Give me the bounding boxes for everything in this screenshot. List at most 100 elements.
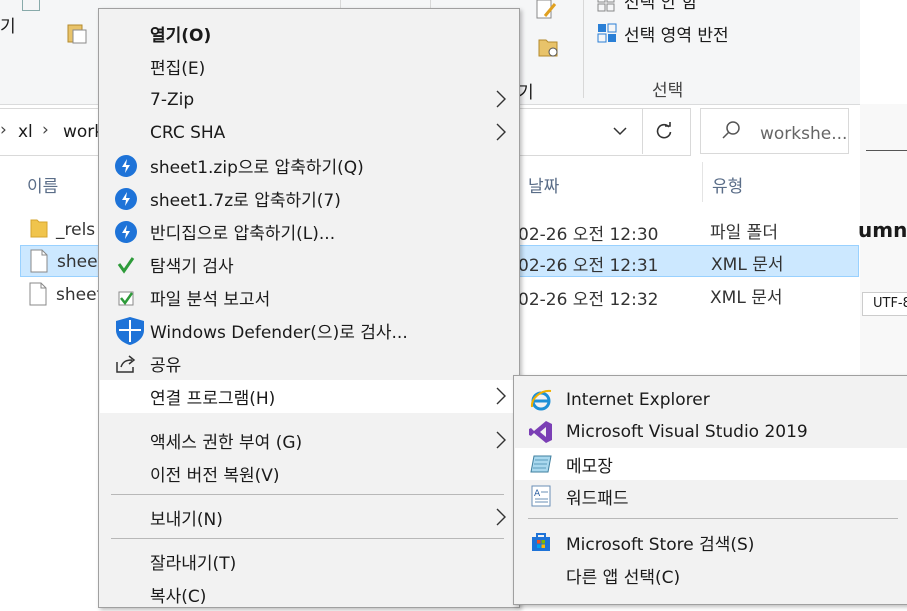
- column-divider[interactable]: [702, 162, 703, 202]
- file-type: 파일 폴더: [710, 223, 778, 243]
- menu-item-send-to[interactable]: 보내기(N): [100, 501, 519, 534]
- submenu-item-label: 워드패드: [566, 488, 629, 509]
- submenu-item-store[interactable]: Microsoft Store 검색(S): [515, 526, 907, 558]
- search-icon: [721, 120, 741, 145]
- submenu-item-label: Microsoft Store 검색(S): [566, 534, 755, 555]
- defender-shield-icon: [114, 316, 146, 346]
- breadcrumb-separator: ›: [42, 120, 49, 140]
- submenu-item-label: 다른 앱 선택(C): [566, 567, 681, 588]
- menu-item-open[interactable]: 열기(O): [100, 17, 519, 50]
- ribbon-group-fragment: 기: [518, 83, 534, 103]
- column-header-date[interactable]: 날짜: [528, 172, 559, 197]
- chevron-right-icon: [495, 508, 507, 526]
- open-with-submenu: Internet Explorer Microsoft Visual Studi…: [513, 375, 907, 605]
- select-none-button[interactable]: 선택 안 함: [624, 0, 697, 13]
- internet-explorer-icon: [529, 388, 553, 412]
- breadcrumb-xl[interactable]: xl: [18, 122, 33, 142]
- divider-line: [866, 150, 907, 151]
- menu-item-crc-sha[interactable]: CRC SHA: [100, 116, 519, 149]
- file-type: XML 문서: [711, 255, 784, 275]
- folder-icon: [30, 217, 48, 244]
- menu-item-label: 보내기(N): [150, 510, 223, 530]
- breadcrumb-separator: ›: [0, 120, 7, 140]
- menu-item-restore[interactable]: 이전 버전 복원(V): [100, 457, 519, 490]
- menu-item-label: 복사(C): [150, 587, 207, 607]
- svg-text:A: A: [534, 489, 541, 499]
- encoding-label: UTF-8: [862, 292, 907, 316]
- submenu-item-internet-explorer[interactable]: Internet Explorer: [515, 384, 907, 416]
- wordpad-icon: A: [529, 484, 553, 508]
- submenu-item-notepad[interactable]: 메모장: [515, 448, 907, 480]
- address-divider: [642, 108, 643, 154]
- column-header-type[interactable]: 유형: [712, 172, 743, 197]
- menu-item-label: 파일 분석 보고서: [150, 290, 271, 310]
- menu-item-label: CRC SHA: [150, 122, 226, 143]
- submenu-item-wordpad[interactable]: A 워드패드: [515, 480, 907, 512]
- submenu-item-label: Internet Explorer: [566, 390, 710, 410]
- chevron-right-icon: [495, 387, 507, 405]
- menu-item-label: 이전 버전 복원(V): [150, 466, 280, 486]
- menu-item-compress-7z[interactable]: sheet1.7z로 압축하기(7): [100, 182, 519, 215]
- invert-selection-button[interactable]: 선택 영역 반전: [624, 21, 729, 46]
- chevron-right-icon: [495, 90, 507, 108]
- menu-item-open-with[interactable]: 연결 프로그램(H): [100, 380, 519, 413]
- menu-item-label: 탐색기 검사: [150, 257, 234, 277]
- menu-item-label: 편집(E): [150, 59, 206, 79]
- menu-item-label: 잘라내기(T): [150, 554, 237, 574]
- menu-item-label: 열기(O): [150, 26, 212, 46]
- file-date: 02-26 오전 12:30: [518, 225, 659, 245]
- clipboard-icon[interactable]: [66, 22, 88, 44]
- menu-item-share[interactable]: 공유: [100, 347, 519, 380]
- invert-selection-icon: [597, 23, 617, 43]
- menu-item-copy[interactable]: 복사(C): [100, 578, 519, 611]
- rename-icon[interactable]: [535, 0, 559, 22]
- file-icon: [30, 249, 48, 278]
- address-dropdown-icon[interactable]: [600, 108, 640, 154]
- menu-item-scan-explorer[interactable]: 탐색기 검사: [100, 248, 519, 281]
- menu-item-analysis-report[interactable]: 파일 분석 보고서: [100, 281, 519, 314]
- chevron-right-icon: [495, 123, 507, 141]
- select-none-icon: [597, 0, 615, 12]
- background-heading: umn: [858, 218, 907, 242]
- menu-item-compress-zip[interactable]: sheet1.zip으로 압축하기(Q): [100, 149, 519, 182]
- menu-item-label: 7-Zip: [150, 89, 195, 110]
- file-type: XML 문서: [710, 288, 783, 308]
- v3-scan-icon: [114, 253, 138, 277]
- menu-item-defender[interactable]: Windows Defender(으)로 검사...: [100, 314, 519, 347]
- menu-item-label: 공유: [150, 356, 182, 376]
- notepad-icon: [529, 452, 553, 476]
- bandizip-icon: [114, 187, 138, 211]
- bandizip-icon: [114, 220, 138, 244]
- ribbon-left-fragment: 기: [0, 17, 16, 37]
- menu-separator: [111, 494, 504, 495]
- submenu-item-label: Microsoft Visual Studio 2019: [566, 422, 808, 442]
- v3-report-icon: [114, 286, 138, 310]
- menu-item-compress-bandizip[interactable]: 반디집으로 압축하기(L)...: [100, 215, 519, 248]
- search-input[interactable]: workshe...: [760, 124, 847, 144]
- submenu-separator: [528, 518, 898, 519]
- menu-item-7zip[interactable]: 7-Zip: [100, 83, 519, 116]
- file-date: 02-26 오전 12:31: [518, 256, 659, 276]
- context-menu: 열기(O) 편집(E) 7-Zip CRC SHA sheet1.zip으로 압…: [98, 8, 520, 608]
- menu-item-give-access[interactable]: 액세스 권한 부여 (G): [100, 424, 519, 457]
- visual-studio-icon: [529, 420, 553, 444]
- submenu-item-choose-other[interactable]: 다른 앱 선택(C): [515, 559, 907, 591]
- microsoft-store-icon: [529, 530, 553, 554]
- column-header-name[interactable]: 이름: [27, 172, 58, 197]
- menu-item-edit[interactable]: 편집(E): [100, 50, 519, 83]
- ribbon-icon: [22, 0, 40, 11]
- refresh-icon[interactable]: [644, 108, 684, 154]
- properties-icon[interactable]: [537, 36, 559, 58]
- file-date: 02-26 오전 12:32: [518, 290, 659, 310]
- menu-item-cut[interactable]: 잘라내기(T): [100, 545, 519, 578]
- file-icon: [29, 282, 47, 311]
- submenu-item-visual-studio[interactable]: Microsoft Visual Studio 2019: [515, 416, 907, 448]
- chevron-right-icon: [495, 431, 507, 449]
- submenu-item-label: 메모장: [566, 456, 613, 477]
- menu-item-label: sheet1.zip으로 압축하기(Q): [150, 158, 364, 178]
- ribbon-group-select: 선택: [652, 81, 684, 101]
- menu-item-label: 액세스 권한 부여 (G): [150, 433, 303, 453]
- bandizip-icon: [114, 154, 138, 178]
- menu-item-label: 반디집으로 압축하기(L)...: [150, 224, 336, 244]
- file-name: _rels: [56, 220, 96, 240]
